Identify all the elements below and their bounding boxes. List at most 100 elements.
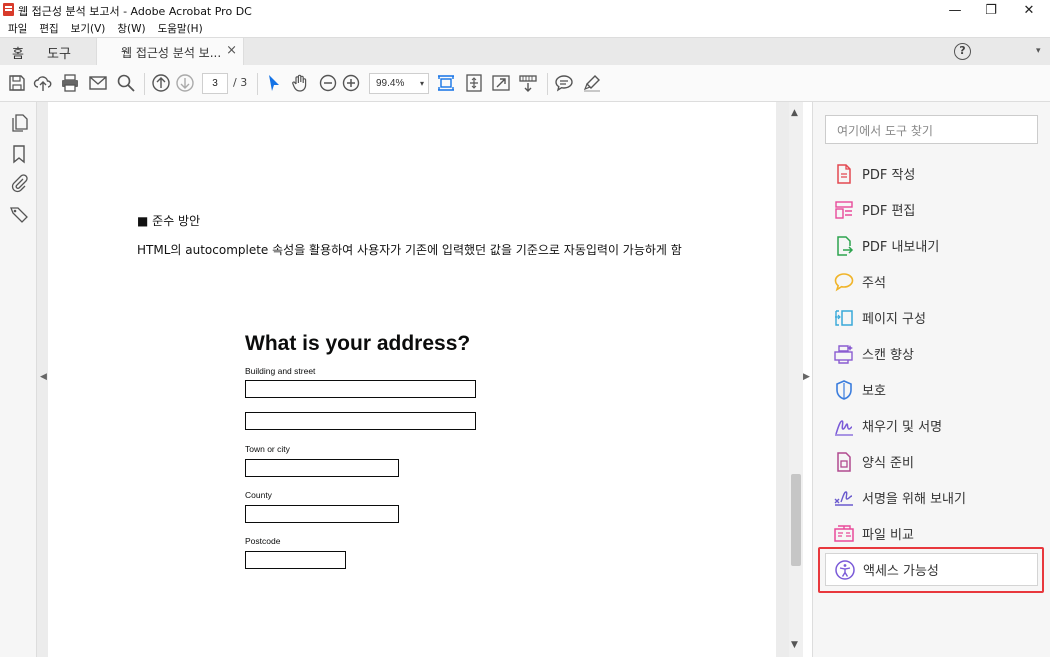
form-title: What is your address? <box>245 332 471 355</box>
zoom-out-icon[interactable] <box>318 73 338 93</box>
print-icon[interactable] <box>60 73 80 93</box>
tool-label: 스캔 향상 <box>862 348 914 363</box>
tool-send-for-signature[interactable]: 서명을 위해 보내기 <box>825 481 1038 514</box>
prepare-form-icon <box>833 451 855 473</box>
close-window-button[interactable]: ✕ <box>1011 0 1047 20</box>
close-tab-button[interactable]: × <box>226 43 237 58</box>
organize-pages-icon <box>833 307 855 329</box>
menu-edit[interactable]: 편집 <box>39 21 58 36</box>
save-icon[interactable] <box>7 73 27 93</box>
tags-icon[interactable] <box>9 204 29 224</box>
toolbar-divider <box>547 73 548 95</box>
toolbar: 3 / 3 99.4% ▾ <box>0 65 1050 102</box>
tool-export-pdf[interactable]: PDF 내보내기 <box>825 229 1038 262</box>
title-bar: 웹 접근성 분석 보고서 - Adobe Acrobat Pro DC — ❐ … <box>0 0 1050 20</box>
search-icon[interactable] <box>116 73 136 93</box>
select-cursor-icon[interactable] <box>264 73 284 93</box>
edit-pdf-icon <box>833 199 855 221</box>
section-heading: ■ 준수 방안 <box>137 214 201 228</box>
scroll-thumb[interactable] <box>791 474 801 566</box>
tab-home[interactable]: 홈 <box>12 43 24 62</box>
menu-bar: 파일 편집 보기(V) 창(W) 도움말(H) <box>0 20 1050 37</box>
tool-label: 파일 비교 <box>862 528 914 543</box>
collapse-right-pane-icon[interactable]: ▶ <box>803 372 810 382</box>
tool-label: 채우기 및 서명 <box>862 420 943 435</box>
form-label-town: Town or city <box>245 444 290 454</box>
window-title: 웹 접근성 분석 보고서 - Adobe Acrobat Pro DC <box>18 5 252 18</box>
email-icon[interactable] <box>88 73 108 93</box>
scroll-up-arrow[interactable]: ▲ <box>791 108 798 118</box>
fit-page-icon[interactable] <box>436 73 456 93</box>
tool-comment[interactable]: 주석 <box>825 265 1038 298</box>
help-icon[interactable]: ? <box>954 43 971 60</box>
full-screen-icon[interactable] <box>491 73 511 93</box>
tool-protect[interactable]: 보호 <box>825 373 1038 406</box>
left-navigation-pane <box>0 102 37 657</box>
tool-label: PDF 편집 <box>862 204 916 219</box>
scan-enhance-icon <box>833 343 855 365</box>
menu-window[interactable]: 창(W) <box>117 21 145 36</box>
tool-label: 양식 준비 <box>862 456 914 471</box>
highlight-pen-icon[interactable] <box>582 73 602 93</box>
chevron-down-icon: ▾ <box>419 79 424 88</box>
toolbar-divider <box>257 73 258 95</box>
comment-bubble-icon[interactable] <box>554 73 574 93</box>
page-number-input[interactable]: 3 <box>202 73 228 94</box>
zoom-select[interactable]: 99.4% ▾ <box>369 73 429 94</box>
attachment-paperclip-icon[interactable] <box>9 173 29 193</box>
tool-fill-and-sign[interactable]: 채우기 및 서명 <box>825 409 1038 442</box>
protect-icon <box>833 379 855 401</box>
document-tab-label: 웹 접근성 분석 보... <box>121 46 222 60</box>
form-label-building: Building and street <box>245 366 316 376</box>
bookmark-icon[interactable] <box>9 144 29 164</box>
minimize-button[interactable]: — <box>937 0 973 20</box>
compare-files-icon <box>833 523 855 545</box>
form-label-county: County <box>245 490 272 500</box>
previous-page-icon[interactable] <box>151 73 171 93</box>
postcode-field <box>245 551 346 569</box>
send-for-signature-icon <box>833 487 855 509</box>
menu-file[interactable]: 파일 <box>8 21 27 36</box>
tool-label: PDF 작성 <box>862 168 916 183</box>
tab-tools[interactable]: 도구 <box>47 43 71 62</box>
collapse-left-pane-icon[interactable]: ◀ <box>40 372 47 382</box>
next-page-icon[interactable] <box>175 73 195 93</box>
tool-compare-files[interactable]: 파일 비교 <box>825 517 1038 550</box>
page-total: / 3 <box>233 76 248 89</box>
comment-icon <box>833 271 855 293</box>
tool-edit-pdf[interactable]: PDF 편집 <box>825 193 1038 226</box>
tool-create-pdf[interactable]: PDF 작성 <box>825 157 1038 190</box>
building-street-line2-field <box>245 412 476 430</box>
highlight-annotation <box>818 547 1044 593</box>
vertical-scrollbar[interactable]: ▲ ▼ <box>789 102 803 657</box>
tool-organize-pages[interactable]: 페이지 구성 <box>825 301 1038 334</box>
tool-label: 서명을 위해 보내기 <box>862 492 966 507</box>
hand-tool-icon[interactable] <box>290 73 310 93</box>
fill-sign-icon <box>833 415 855 437</box>
tab-document[interactable]: 웹 접근성 분석 보... × <box>96 38 244 66</box>
toolbar-divider <box>144 73 145 95</box>
form-label-postcode: Postcode <box>245 536 281 546</box>
tool-label: PDF 내보내기 <box>862 240 940 255</box>
page-thumbnails-icon[interactable] <box>9 113 29 133</box>
export-pdf-icon <box>833 235 855 257</box>
create-pdf-icon <box>833 163 855 185</box>
tool-enhance-scans[interactable]: 스캔 향상 <box>825 337 1038 370</box>
tab-bar: 홈 도구 웹 접근성 분석 보... × ? ▾ <box>0 37 1050 66</box>
tool-label: 주석 <box>862 276 886 291</box>
restore-button[interactable]: ❐ <box>973 0 1009 20</box>
document-view[interactable]: ◀ ■ 준수 방안 HTML의 autocomplete 속성을 활용하여 사용… <box>37 102 789 657</box>
pdf-page: ■ 준수 방안 HTML의 autocomplete 속성을 활용하여 사용자가… <box>48 102 776 657</box>
menu-help[interactable]: 도움말(H) <box>158 21 203 36</box>
zoom-in-icon[interactable] <box>341 73 361 93</box>
scroll-down-arrow[interactable]: ▼ <box>791 640 798 650</box>
rotate-view-icon[interactable] <box>464 73 484 93</box>
menu-view[interactable]: 보기(V) <box>71 21 106 36</box>
upload-cloud-icon[interactable] <box>33 73 53 93</box>
tool-label: 보호 <box>862 384 886 399</box>
county-field <box>245 505 399 523</box>
chevron-down-icon[interactable]: ▾ <box>1036 46 1041 56</box>
tool-search-input[interactable]: 여기에서 도구 찾기 <box>825 115 1038 144</box>
tool-prepare-form[interactable]: 양식 준비 <box>825 445 1038 478</box>
scroll-mode-icon[interactable] <box>518 73 538 93</box>
